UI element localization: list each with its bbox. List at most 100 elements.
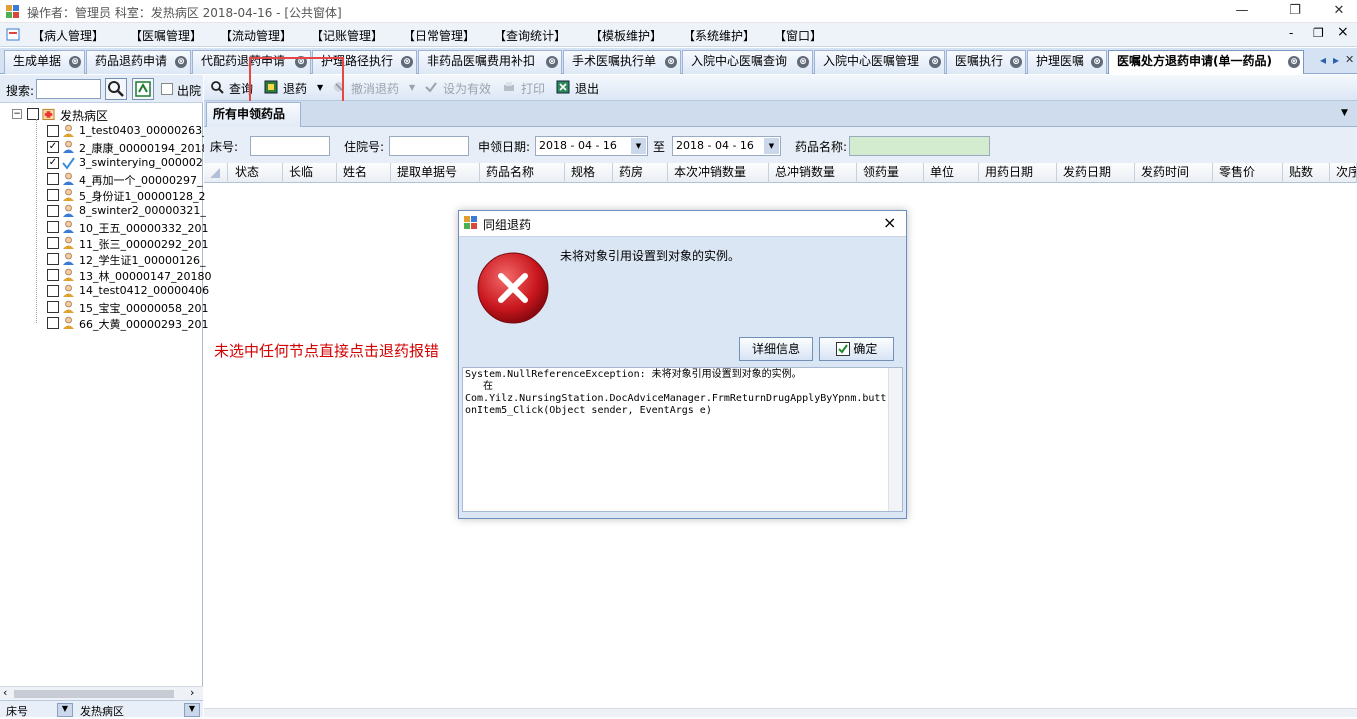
column-header[interactable]: 本次冲销数量 bbox=[668, 163, 769, 183]
column-header[interactable]: 总冲销数量 bbox=[769, 163, 857, 183]
column-header[interactable]: 贴数 bbox=[1283, 163, 1330, 183]
tab-close-icon[interactable]: ⊗ bbox=[401, 56, 413, 68]
patient-checkbox[interactable] bbox=[47, 189, 59, 201]
menu-orders[interactable]: 【医嘱管理】 bbox=[130, 27, 202, 44]
mdi-restore[interactable]: ❐ bbox=[1313, 26, 1324, 40]
details-button[interactable]: 详细信息 bbox=[739, 337, 813, 361]
maximize-button[interactable]: ❐ bbox=[1272, 0, 1318, 23]
column-header[interactable]: 药房 bbox=[613, 163, 668, 183]
scroll-left-icon[interactable]: ‹ bbox=[3, 686, 7, 699]
tab-admission-manage[interactable]: 入院中心医嘱管理 ⊗ bbox=[814, 50, 945, 74]
column-header[interactable]: 零售价 bbox=[1213, 163, 1283, 183]
patient-checkbox[interactable] bbox=[47, 173, 59, 185]
date-to-dropdown-icon[interactable]: ▼ bbox=[764, 138, 779, 154]
tab-nursing-orders[interactable]: 护理医嘱 ⊗ bbox=[1027, 50, 1107, 74]
tab-generate-documents[interactable]: 生成单据 ⊗ bbox=[4, 50, 85, 74]
mdi-close[interactable]: × bbox=[1337, 24, 1349, 40]
search-button[interactable] bbox=[105, 78, 127, 100]
drug-name-input[interactable] bbox=[849, 136, 990, 156]
tab-close-icon[interactable]: ⊗ bbox=[1010, 56, 1022, 68]
tree-horizontal-scrollbar[interactable]: ‹ › bbox=[0, 686, 203, 700]
column-header[interactable]: 用药日期 bbox=[979, 163, 1057, 183]
menu-patient[interactable]: 【病人管理】 bbox=[32, 27, 104, 44]
column-header[interactable]: 药品名称 bbox=[480, 163, 565, 183]
refresh-button[interactable] bbox=[132, 78, 154, 100]
patient-checkbox[interactable] bbox=[47, 205, 59, 217]
details-scrollbar[interactable] bbox=[888, 368, 902, 511]
tab-close-icon[interactable]: ⊗ bbox=[1091, 56, 1103, 68]
exception-details-text[interactable]: System.NullReferenceException: 未将对象引用设置到… bbox=[462, 367, 903, 512]
subtab-menu-icon[interactable]: ▼ bbox=[1341, 108, 1348, 118]
tab-close-all-icon[interactable]: ✕ bbox=[1345, 53, 1354, 66]
menu-query[interactable]: 【查询统计】 bbox=[494, 27, 566, 44]
tab-drug-return-apply[interactable]: 药品退药申请 ⊗ bbox=[86, 50, 191, 74]
tab-non-drug-fee[interactable]: 非药品医嘱费用补扣 ⊗ bbox=[418, 50, 562, 74]
bottom-ward-dropdown[interactable]: ▼ bbox=[184, 703, 200, 717]
patient-checkbox[interactable] bbox=[47, 285, 59, 297]
menu-flow[interactable]: 【流动管理】 bbox=[220, 27, 292, 44]
print-button[interactable]: 打印 bbox=[521, 80, 545, 97]
exit-button[interactable]: 退出 bbox=[575, 80, 599, 97]
tab-order-execute[interactable]: 医嘱执行 ⊗ bbox=[946, 50, 1026, 74]
scroll-thumb[interactable] bbox=[14, 690, 174, 698]
column-header[interactable]: 单位 bbox=[924, 163, 979, 183]
close-window-button[interactable]: ✕ bbox=[1316, 0, 1357, 23]
cancel-return-button[interactable]: 撤消退药 bbox=[351, 80, 399, 97]
patient-checkbox[interactable]: ✓ bbox=[47, 141, 59, 153]
patient-checkbox[interactable] bbox=[47, 301, 59, 313]
column-header[interactable]: 领药量 bbox=[857, 163, 924, 183]
tab-close-icon[interactable]: ⊗ bbox=[665, 56, 677, 68]
search-input[interactable] bbox=[36, 79, 101, 99]
tab-close-icon[interactable]: ⊗ bbox=[175, 56, 187, 68]
scroll-right-icon[interactable]: › bbox=[190, 686, 194, 699]
patient-checkbox[interactable] bbox=[47, 269, 59, 281]
date-from-picker[interactable]: 2018 - 04 - 16 ▼ bbox=[535, 136, 648, 156]
patient-checkbox[interactable] bbox=[47, 253, 59, 265]
date-from-dropdown-icon[interactable]: ▼ bbox=[631, 138, 646, 154]
menu-template[interactable]: 【模板维护】 bbox=[590, 27, 662, 44]
patient-checkbox[interactable]: ✓ bbox=[47, 157, 59, 169]
menu-system[interactable]: 【系统维护】 bbox=[683, 27, 755, 44]
column-header[interactable]: 发药日期 bbox=[1057, 163, 1135, 183]
tab-close-icon[interactable]: ⊗ bbox=[797, 56, 809, 68]
tab-close-icon[interactable]: ⊗ bbox=[69, 56, 81, 68]
discharge-checkbox[interactable] bbox=[161, 83, 173, 95]
tab-close-icon[interactable]: ⊗ bbox=[546, 56, 558, 68]
inpatient-input[interactable] bbox=[389, 136, 469, 156]
collapse-icon[interactable]: − bbox=[12, 109, 22, 119]
column-header[interactable]: 长临 bbox=[283, 163, 337, 183]
column-header[interactable]: 次序 bbox=[1330, 163, 1357, 183]
dialog-close-icon[interactable]: × bbox=[883, 213, 896, 232]
column-header[interactable]: 规格 bbox=[565, 163, 613, 183]
column-header[interactable]: 发药时间 bbox=[1135, 163, 1213, 183]
bottom-bed-dropdown[interactable]: ▼ bbox=[57, 703, 73, 717]
tab-scroll-right-icon[interactable]: ▸ bbox=[1333, 53, 1339, 67]
tab-prescription-return-single[interactable]: 医嘱处方退药申请(单一药品) ⊗ bbox=[1108, 50, 1304, 74]
patient-checkbox[interactable] bbox=[47, 237, 59, 249]
date-to-picker[interactable]: 2018 - 04 - 16 ▼ bbox=[672, 136, 781, 156]
menu-billing[interactable]: 【记账管理】 bbox=[311, 27, 383, 44]
column-header[interactable]: 提取单据号 bbox=[391, 163, 480, 183]
column-header[interactable]: 姓名 bbox=[337, 163, 391, 183]
tab-surgery-orders[interactable]: 手术医嘱执行单 ⊗ bbox=[563, 50, 681, 74]
patient-checkbox[interactable] bbox=[47, 317, 59, 329]
column-header[interactable]: 状态 bbox=[229, 163, 283, 183]
minimize-button[interactable]: — bbox=[1219, 0, 1265, 23]
tab-all-applied-drugs[interactable]: 所有申领药品 bbox=[206, 102, 301, 127]
tab-admission-query[interactable]: 入院中心医嘱查询 ⊗ bbox=[682, 50, 813, 74]
tab-scroll-left-icon[interactable]: ◂ bbox=[1320, 53, 1326, 67]
patient-checkbox[interactable] bbox=[47, 125, 59, 137]
menu-window[interactable]: 【窗口】 bbox=[774, 27, 822, 44]
patient-checkbox[interactable] bbox=[47, 221, 59, 233]
bed-input[interactable] bbox=[250, 136, 330, 156]
ok-button[interactable]: 确定 bbox=[819, 337, 894, 361]
menu-daily[interactable]: 【日常管理】 bbox=[403, 27, 475, 44]
tab-close-icon[interactable]: ⊗ bbox=[1288, 56, 1300, 68]
set-valid-button[interactable]: 设为有效 bbox=[443, 80, 491, 97]
root-checkbox[interactable] bbox=[27, 108, 39, 120]
grid-horizontal-scrollbar[interactable] bbox=[204, 708, 1357, 717]
grid-select-all[interactable] bbox=[204, 163, 228, 183]
tab-close-icon[interactable]: ⊗ bbox=[929, 56, 941, 68]
cancel-return-dropdown-icon[interactable]: ▼ bbox=[409, 83, 415, 92]
mdi-minimize[interactable]: - bbox=[1289, 26, 1293, 40]
